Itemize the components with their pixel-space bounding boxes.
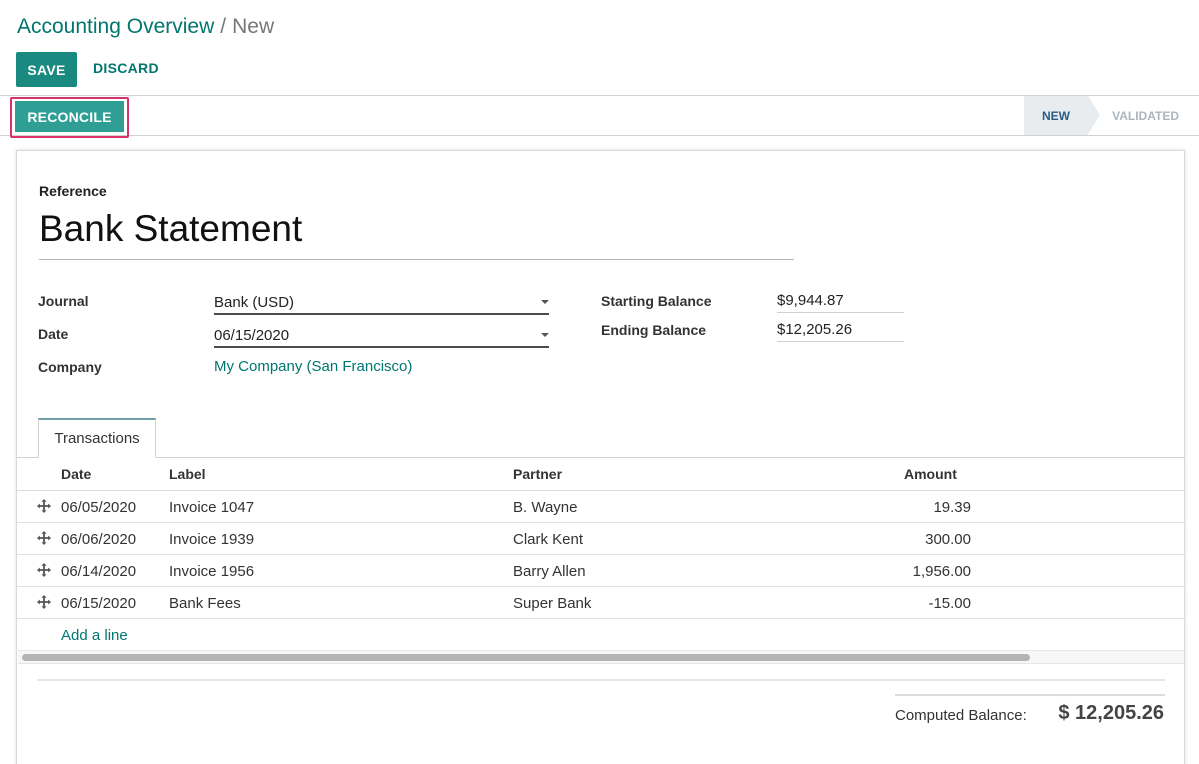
horizontal-scrollbar[interactable] [18, 650, 1184, 664]
caret-down-icon [541, 333, 549, 337]
computed-balance-label: Computed Balance: [895, 707, 1027, 724]
stage-validated[interactable]: VALIDATED [1112, 96, 1179, 135]
row-partner: Barry Allen [513, 563, 586, 580]
reference-input[interactable]: Bank Statement [39, 207, 794, 260]
form-sheet: Reference Bank Statement Journal Bank (U… [16, 150, 1185, 764]
row-partner: B. Wayne [513, 499, 578, 516]
row-amount: 1,956.00 [912, 563, 971, 580]
ending-balance-input[interactable]: $12,205.26 [777, 318, 904, 342]
column-header-partner[interactable]: Partner [513, 466, 562, 482]
date-input[interactable]: 06/15/2020 [214, 324, 549, 348]
row-date: 06/05/2020 [61, 499, 137, 516]
stage-new[interactable]: NEW [1024, 96, 1100, 135]
breadcrumb-current: New [232, 15, 275, 38]
table-row[interactable]: 06/06/2020 Invoice 1939 Clark Kent 300.0… [17, 523, 1185, 555]
totals-divider [895, 694, 1165, 696]
row-partner: Clark Kent [513, 531, 584, 548]
move-handle-icon[interactable] [37, 499, 51, 513]
starting-balance-input[interactable]: $9,944.87 [777, 289, 904, 313]
breadcrumb-parent-link[interactable]: Accounting Overview [17, 15, 214, 38]
row-date: 06/15/2020 [61, 595, 137, 612]
row-date: 06/06/2020 [61, 531, 137, 548]
move-handle-icon[interactable] [37, 531, 51, 545]
add-a-line-link[interactable]: Add a line [61, 627, 128, 644]
starting-balance-label: Starting Balance [601, 293, 712, 309]
row-label: Invoice 1047 [169, 499, 255, 516]
reference-label: Reference [39, 183, 107, 199]
ending-balance-label: Ending Balance [601, 322, 707, 338]
row-amount: -15.00 [928, 595, 971, 612]
move-handle-icon[interactable] [37, 595, 51, 609]
table-header: Date Label Partner Amount [17, 458, 1185, 491]
table-row[interactable]: 06/14/2020 Invoice 1956 Barry Allen 1,95… [17, 555, 1185, 587]
row-amount: 19.39 [933, 499, 971, 516]
breadcrumb: Accounting Overview / New [17, 14, 274, 40]
starting-balance-value: $9,944.87 [777, 292, 844, 309]
company-link[interactable]: My Company (San Francisco) [214, 358, 412, 375]
reconcile-button[interactable]: RECONCILE [15, 101, 124, 132]
statusbar: RECONCILE NEW VALIDATED [0, 95, 1199, 138]
scrollbar-thumb[interactable] [22, 654, 1030, 661]
journal-value: Bank (USD) [214, 293, 295, 311]
table-row[interactable]: 06/15/2020 Bank Fees Super Bank -15.00 [17, 587, 1185, 619]
discard-button[interactable]: DISCARD [93, 60, 159, 76]
table-row[interactable]: 06/05/2020 Invoice 1047 B. Wayne 19.39 [17, 491, 1185, 523]
tab-transactions[interactable]: Transactions [38, 418, 156, 458]
company-label: Company [38, 359, 102, 375]
date-label: Date [38, 326, 69, 342]
row-partner: Super Bank [513, 595, 592, 612]
row-date: 06/14/2020 [61, 563, 137, 580]
move-handle-icon[interactable] [37, 563, 51, 577]
row-label: Invoice 1939 [169, 531, 255, 548]
column-header-date[interactable]: Date [61, 466, 91, 482]
row-amount: 300.00 [925, 531, 971, 548]
add-line-row: Add a line [17, 619, 1185, 651]
transactions-table: Date Label Partner Amount 06/05/2020 Inv… [17, 458, 1185, 651]
form-view: Accounting Overview / New SAVE DISCARD REC… [0, 0, 1199, 764]
row-label: Bank Fees [169, 595, 241, 612]
caret-down-icon [541, 300, 549, 304]
save-button[interactable]: SAVE [16, 52, 77, 87]
ending-balance-value: $12,205.26 [777, 321, 853, 338]
breadcrumb-separator: / [220, 15, 227, 38]
journal-label: Journal [38, 293, 89, 309]
computed-balance-value: $ 12,205.26 [1058, 702, 1164, 724]
date-value: 06/15/2020 [214, 326, 290, 344]
column-header-label[interactable]: Label [169, 466, 206, 482]
column-header-amount[interactable]: Amount [904, 466, 957, 482]
journal-select[interactable]: Bank (USD) [214, 291, 549, 315]
section-divider [37, 679, 1165, 681]
row-label: Invoice 1956 [169, 563, 255, 580]
